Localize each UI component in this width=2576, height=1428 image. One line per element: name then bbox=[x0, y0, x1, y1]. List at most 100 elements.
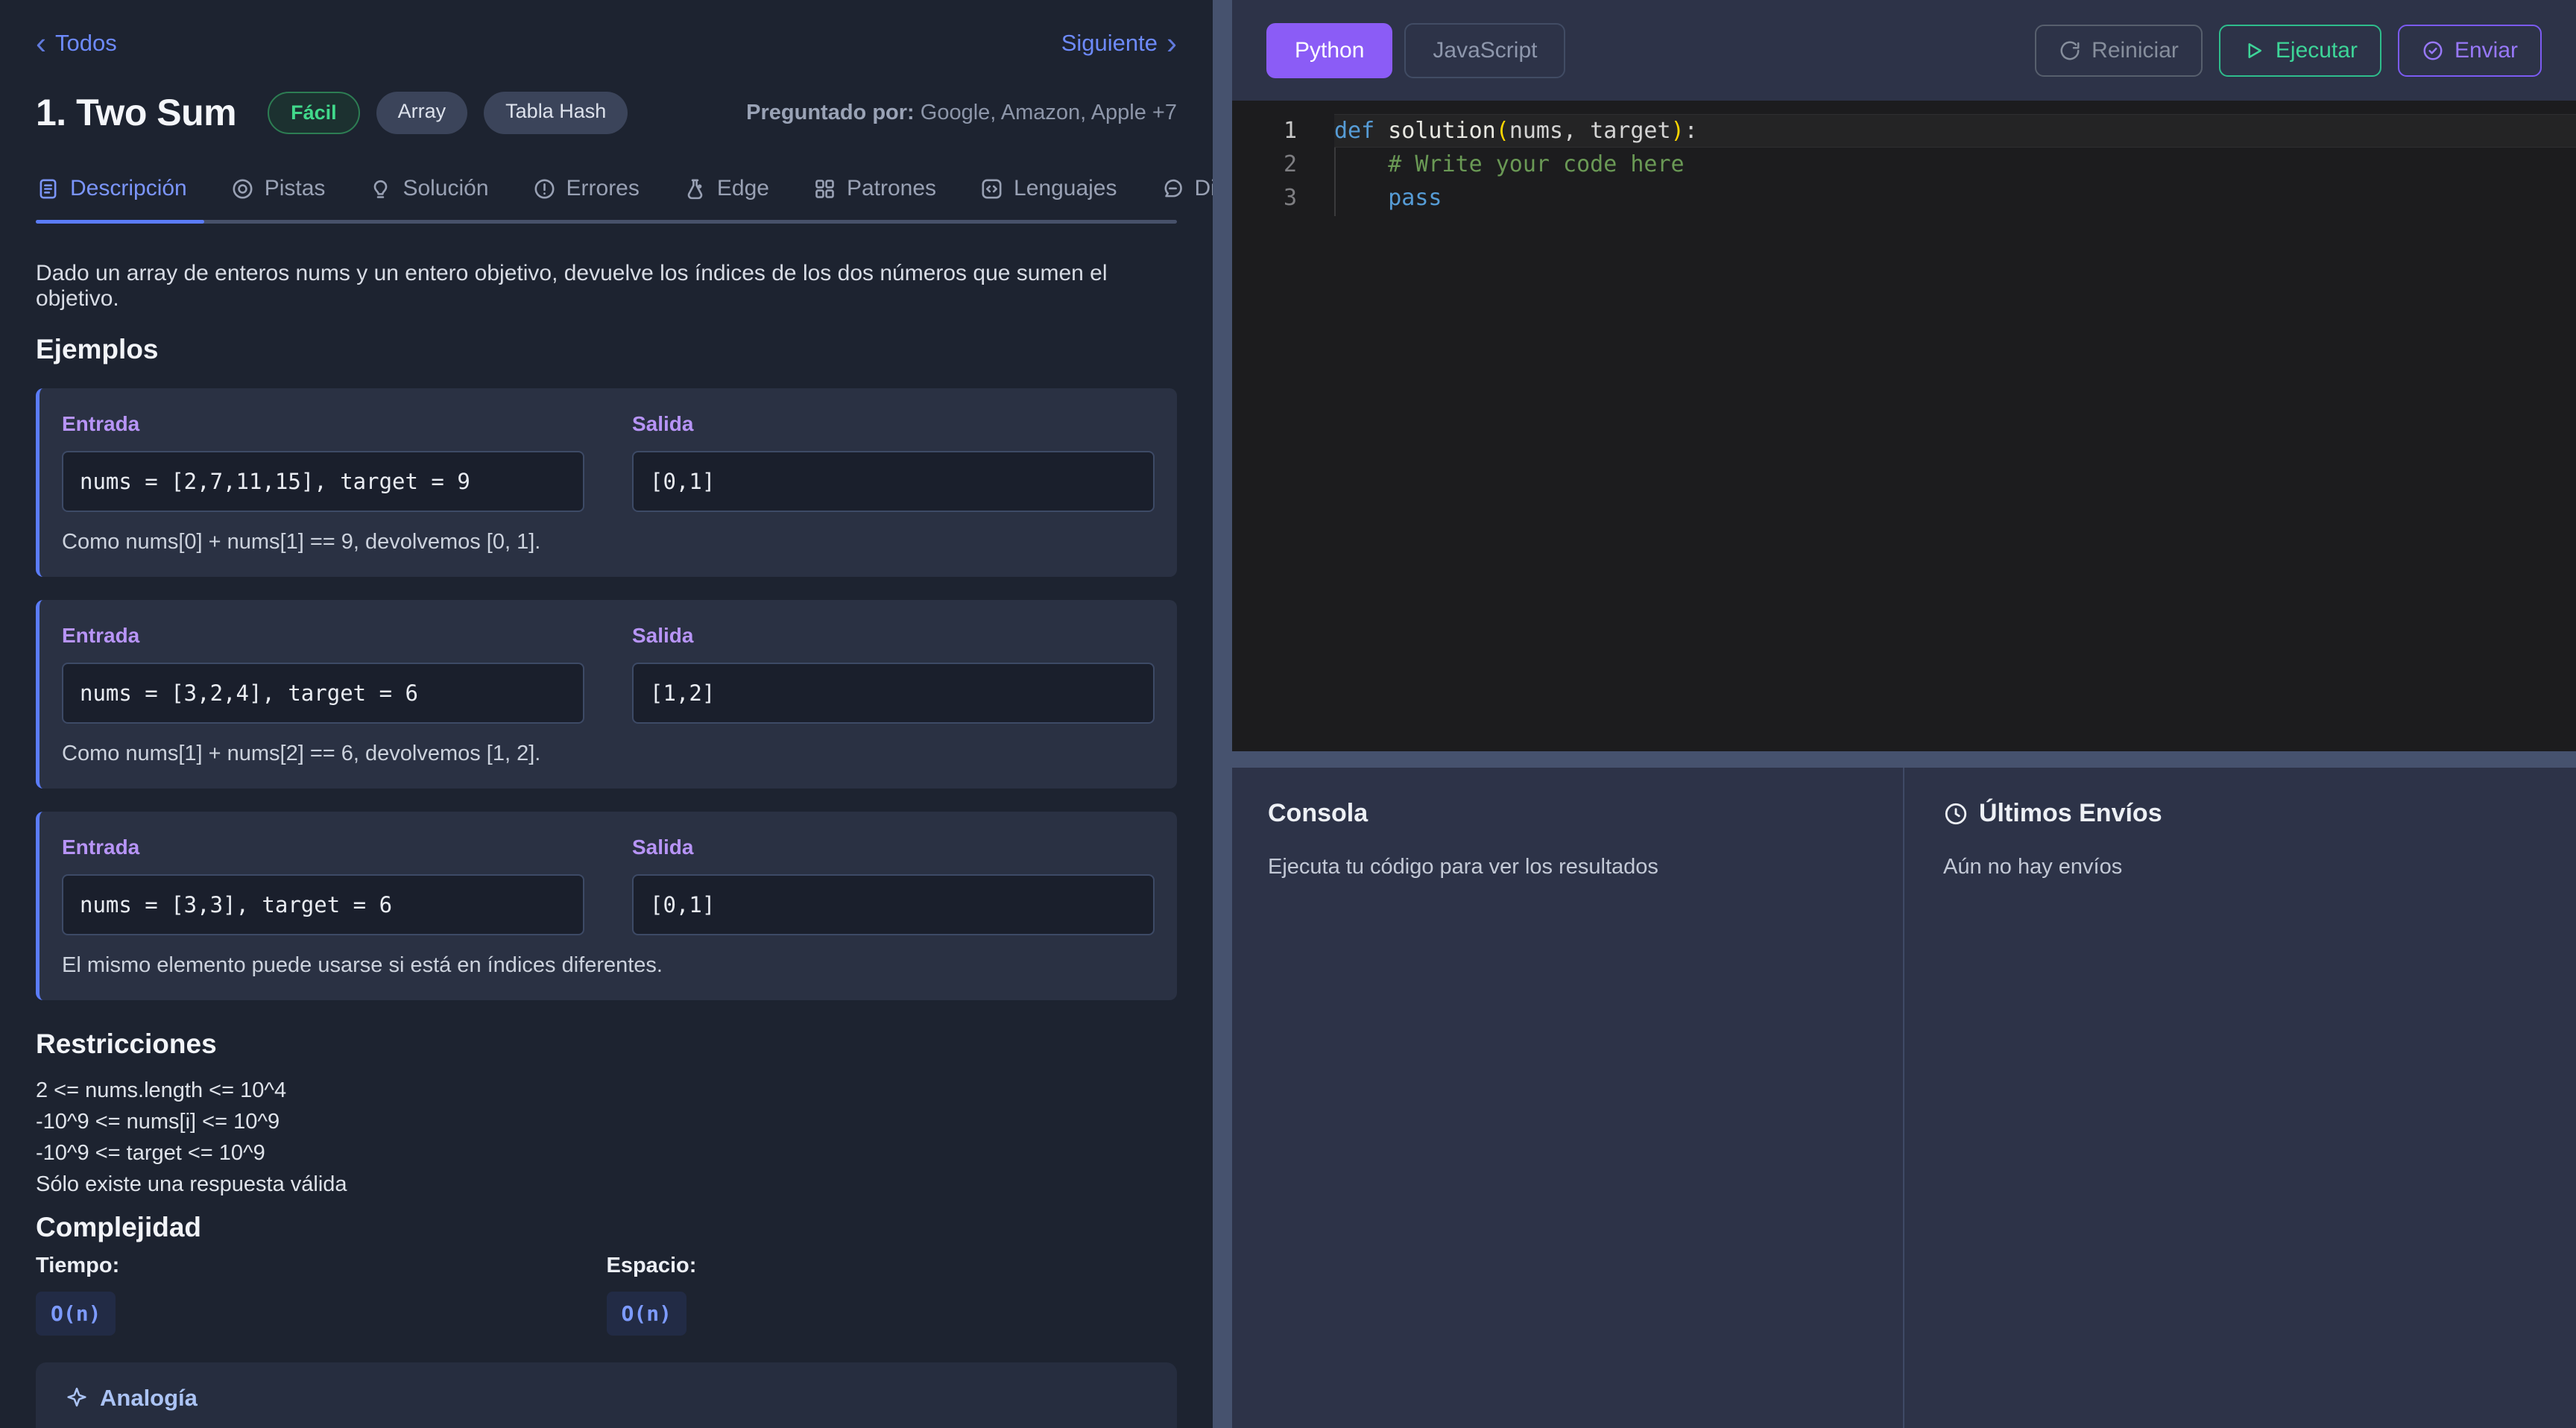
example-note: Como nums[1] + nums[2] == 6, devolvemos … bbox=[62, 742, 1155, 766]
space-label: Espacio: bbox=[607, 1254, 1178, 1278]
app-root: ‹ Todos Siguiente › 1. Two Sum Fácil Arr… bbox=[0, 0, 2576, 1428]
example-output-col: Salida [0,1] bbox=[632, 412, 1155, 512]
complexity-heading: Complejidad bbox=[36, 1212, 1177, 1243]
output-value: [0,1] bbox=[632, 451, 1155, 512]
file-text-icon bbox=[36, 177, 60, 201]
output-label: Salida bbox=[632, 624, 1155, 648]
output-label: Salida bbox=[632, 835, 1155, 859]
reset-button-label: Reiniciar bbox=[2092, 38, 2179, 63]
example-card: Entradanums = [3,2,4], target = 6 Salida [… bbox=[36, 600, 1177, 789]
asked-by: Preguntado por: Google, Amazon, Apple +7 bbox=[746, 101, 1177, 125]
example-output-col: Salida [0,1] bbox=[632, 835, 1155, 935]
code-text: # Write your code here bbox=[1334, 148, 2576, 181]
code-icon bbox=[979, 177, 1004, 201]
output-value: [1,2] bbox=[632, 663, 1155, 724]
complexity-row: Tiempo: O(n) Espacio: O(n) bbox=[36, 1254, 1177, 1336]
output-label: Salida bbox=[632, 412, 1155, 436]
example-input-col: Entradanums = [3,2,4], target = 6 bbox=[62, 624, 584, 724]
lifebuoy-icon bbox=[230, 177, 255, 201]
message-icon bbox=[1161, 177, 1185, 201]
input-label: Entrada bbox=[62, 412, 584, 436]
language-button-javascript[interactable]: JavaScript bbox=[1404, 23, 1565, 78]
tab-lenguajes[interactable]: Lenguajes bbox=[979, 176, 1117, 201]
back-to-all-link[interactable]: ‹ Todos bbox=[36, 30, 117, 57]
example-grid: Entradanums = [3,3], target = 6 Salida [0,… bbox=[62, 835, 1155, 935]
next-problem-link[interactable]: Siguiente › bbox=[1061, 30, 1177, 57]
submit-button[interactable]: Enviar bbox=[2398, 25, 2542, 77]
line-number: 2 bbox=[1232, 148, 1334, 181]
badge-group: Fácil Array Tabla Hash bbox=[268, 92, 628, 134]
tab-edge[interactable]: Edge bbox=[683, 176, 769, 201]
example-output-col: Salida [1,2] bbox=[632, 624, 1155, 724]
tab-errores[interactable]: Errores bbox=[532, 176, 640, 201]
examples-list: Entrada nums = [2,7,11,15], target = 9 Sal… bbox=[36, 388, 1177, 1000]
space-complexity: Espacio: O(n) bbox=[607, 1254, 1178, 1336]
back-link-label: Todos bbox=[55, 30, 117, 57]
reset-button[interactable]: Reiniciar bbox=[2035, 25, 2203, 77]
tab-pistas[interactable]: Pistas bbox=[230, 176, 326, 201]
tab-label: Pistas bbox=[265, 176, 326, 201]
submissions-title: Últimos Envíos bbox=[1943, 799, 2537, 828]
asked-by-label: Preguntado por: bbox=[746, 101, 915, 124]
panel-splitter-vertical[interactable] bbox=[1213, 0, 1232, 1428]
problem-description: Dado un array de enteros nums y un enter… bbox=[36, 261, 1177, 312]
console-panel: Consola Ejecuta tu código para ver los r… bbox=[1232, 768, 1904, 1428]
example-note: El mismo elemento puede usarse si está e… bbox=[62, 953, 1155, 978]
bottom-panel: Consola Ejecuta tu código para ver los r… bbox=[1232, 768, 2576, 1428]
submissions-title-text: Últimos Envíos bbox=[1979, 799, 2162, 828]
tab-descripcion[interactable]: Descripción bbox=[36, 176, 187, 201]
constraint-line: 2 <= nums.length <= 10^4 bbox=[36, 1075, 1177, 1106]
time-value-badge: O(n) bbox=[36, 1292, 116, 1336]
grid-icon bbox=[812, 177, 837, 201]
code-line[interactable]: 2 # Write your code here bbox=[1232, 148, 2576, 181]
page-title: 1. Two Sum bbox=[36, 91, 236, 134]
constraints-list: 2 <= nums.length <= 10^4-10^9 <= nums[i]… bbox=[36, 1075, 1177, 1200]
difficulty-badge: Fácil bbox=[268, 92, 360, 134]
code-line[interactable]: 3 pass bbox=[1232, 181, 2576, 215]
code-line[interactable]: 1def solution(nums, target): bbox=[1232, 114, 2576, 148]
tab-patrones[interactable]: Patrones bbox=[812, 176, 936, 201]
clock-icon bbox=[1943, 801, 1969, 827]
line-number: 3 bbox=[1232, 181, 1334, 215]
console-empty-text: Ejecuta tu código para ver los resultado… bbox=[1268, 855, 1867, 879]
line-number: 1 bbox=[1232, 114, 1334, 148]
code-text: pass bbox=[1334, 181, 2576, 215]
run-button-label: Ejecutar bbox=[2276, 38, 2358, 63]
constraint-line: -10^9 <= target <= 10^9 bbox=[36, 1137, 1177, 1169]
tab-label: Solución bbox=[402, 176, 488, 201]
example-input-col: Entradanums = [3,3], target = 6 bbox=[62, 835, 584, 935]
time-label: Tiempo: bbox=[36, 1254, 607, 1278]
language-button-python[interactable]: Python bbox=[1266, 23, 1392, 78]
lightbulb-icon bbox=[368, 177, 393, 201]
problem-panel: ‹ Todos Siguiente › 1. Two Sum Fácil Arr… bbox=[0, 0, 1213, 1428]
example-card: Entrada nums = [2,7,11,15], target = 9 Sal… bbox=[36, 388, 1177, 577]
input-value: nums = [2,7,11,15], target = 9 bbox=[62, 451, 584, 512]
problem-nav: ‹ Todos Siguiente › bbox=[36, 0, 1177, 57]
editor-toolbar: PythonJavaScript Reiniciar Ejecutar Envi… bbox=[1232, 0, 2576, 101]
analogy-heading: Analogía bbox=[64, 1385, 1149, 1412]
rotate-icon bbox=[2059, 40, 2081, 62]
submissions-panel: Últimos Envíos Aún no hay envíos bbox=[1904, 768, 2576, 1428]
panel-splitter-horizontal[interactable] bbox=[1232, 751, 2576, 768]
tag-badge: Tabla Hash bbox=[484, 92, 628, 134]
tag-badge: Array bbox=[376, 92, 468, 134]
tab-solucion[interactable]: Solución bbox=[368, 176, 488, 201]
tab-label: Errores bbox=[566, 176, 640, 201]
example-grid: Entrada nums = [2,7,11,15], target = 9 Sal… bbox=[62, 412, 1155, 512]
next-link-label: Siguiente bbox=[1061, 30, 1158, 57]
tab-discusion[interactable]: Discusión bbox=[1161, 176, 1213, 201]
active-tab-indicator bbox=[36, 220, 204, 224]
run-button[interactable]: Ejecutar bbox=[2219, 25, 2381, 77]
tab-label: Descripción bbox=[70, 176, 187, 201]
sparkle-icon bbox=[64, 1386, 89, 1411]
example-card: Entradanums = [3,3], target = 6 Salida [0,… bbox=[36, 812, 1177, 1000]
submit-button-label: Enviar bbox=[2455, 38, 2518, 63]
output-value: [0,1] bbox=[632, 874, 1155, 935]
tab-label: Patrones bbox=[847, 176, 936, 201]
examples-heading: Ejemplos bbox=[36, 334, 1177, 365]
analogy-card: Analogía 🧦 Analogía: Buscar pares de cal… bbox=[36, 1362, 1177, 1428]
example-note: Como nums[0] + nums[1] == 9, devolvemos … bbox=[62, 530, 1155, 555]
alert-circle-icon bbox=[532, 177, 557, 201]
language-switcher: PythonJavaScript bbox=[1266, 23, 1565, 78]
code-editor[interactable]: 1def solution(nums, target):2 # Write yo… bbox=[1232, 101, 2576, 751]
